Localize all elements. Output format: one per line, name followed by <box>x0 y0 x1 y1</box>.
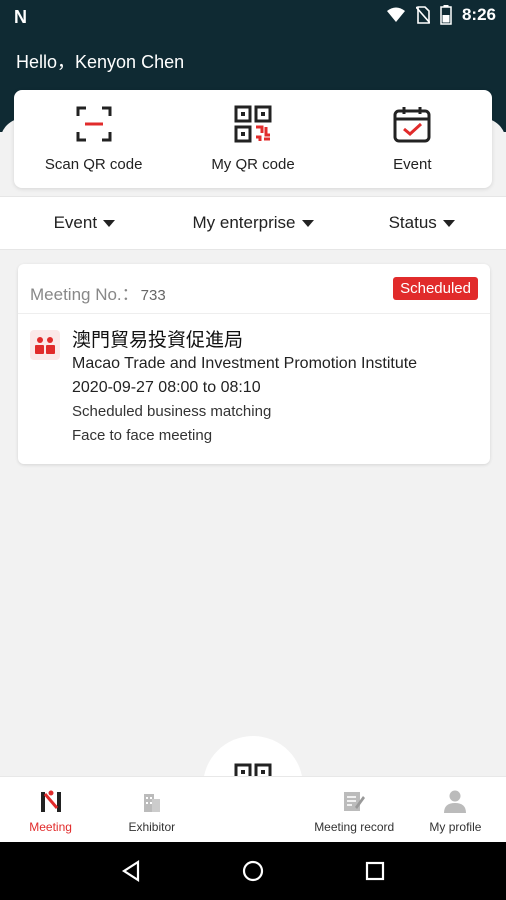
quick-actions-card: Scan QR code My QR code Event <box>14 90 492 188</box>
meeting-number: Meeting No.： 733 <box>30 280 166 305</box>
battery-icon <box>440 5 452 25</box>
caret-down-icon <box>301 219 314 227</box>
scan-qr-button[interactable]: Scan QR code <box>14 90 173 188</box>
tab-my-profile-label: My profile <box>429 820 482 834</box>
building-icon <box>143 794 160 812</box>
filter-enterprise-label: My enterprise <box>192 213 296 232</box>
caret-down-icon <box>442 219 455 227</box>
meeting-icon <box>40 790 61 812</box>
organization-name-zh: 澳門貿易投資促進局 <box>72 329 244 351</box>
scan-icon <box>76 106 112 142</box>
no-sim-icon <box>415 6 430 24</box>
carrier-logo: N <box>14 7 27 27</box>
filter-status-label: Status <box>388 213 437 232</box>
back-icon[interactable] <box>119 859 143 883</box>
event-button[interactable]: Event <box>333 90 492 188</box>
tab-exhibitor[interactable]: Exhibitor <box>101 777 202 842</box>
person-icon <box>444 790 467 813</box>
tab-meeting[interactable]: Meeting <box>0 777 101 842</box>
greeting: Hello，Kenyon Chen <box>16 52 185 72</box>
organization-icon <box>30 330 60 360</box>
meeting-number-value: 733 <box>140 287 166 304</box>
tab-meeting-record-label: Meeting record <box>314 820 395 834</box>
tab-center-spacer <box>202 777 303 842</box>
meeting-card[interactable]: Meeting No.： 733 Scheduled 澳門貿易投資促進局 Maca… <box>18 264 490 464</box>
filter-event-label: Event <box>53 213 98 232</box>
meeting-mode: Face to face meeting <box>72 427 213 444</box>
calendar-check-icon <box>393 107 431 143</box>
qr-code-icon <box>234 105 272 143</box>
home-icon[interactable] <box>241 859 265 883</box>
meeting-card-header: Meeting No.： 733 Scheduled <box>18 264 490 314</box>
status-badge: Scheduled <box>393 277 478 300</box>
meeting-card-body: 澳門貿易投資促進局 Macao Trade and Investment Pro… <box>18 314 490 448</box>
my-qr-label: My QR code <box>211 156 295 173</box>
filter-bar: Event My enterprise Status <box>0 196 506 250</box>
my-qr-button[interactable]: My QR code <box>173 90 332 188</box>
meeting-time: 2020-09-27 08:00 to 08:10 <box>72 379 261 396</box>
filter-status-dropdown[interactable]: Status <box>337 197 506 249</box>
meeting-type: Scheduled business matching <box>72 403 272 420</box>
tab-exhibitor-label: Exhibitor <box>128 820 176 834</box>
tab-meeting-record[interactable]: Meeting record <box>304 777 405 842</box>
filter-event-dropdown[interactable]: Event <box>0 197 169 249</box>
status-icons: 8:26 <box>386 5 496 25</box>
wifi-icon <box>386 7 405 22</box>
tab-meeting-label: Meeting <box>29 820 72 834</box>
tab-my-profile[interactable]: My profile <box>405 777 506 842</box>
recents-icon[interactable] <box>363 859 387 883</box>
meeting-number-label: Meeting No.： <box>30 285 139 304</box>
edit-note-icon <box>344 792 366 811</box>
clock: 8:26 <box>461 5 496 24</box>
bottom-tab-bar: Meeting Exhibitor Meeting record My prof… <box>0 776 506 842</box>
event-label: Event <box>393 156 432 173</box>
status-bar: N 8:26 <box>0 0 506 32</box>
caret-down-icon <box>103 219 116 227</box>
organization-name-en: Macao Trade and Investment Promotion Ins… <box>72 355 418 372</box>
system-nav-bar <box>0 842 506 900</box>
scan-qr-label: Scan QR code <box>44 156 143 173</box>
filter-enterprise-dropdown[interactable]: My enterprise <box>169 197 338 249</box>
